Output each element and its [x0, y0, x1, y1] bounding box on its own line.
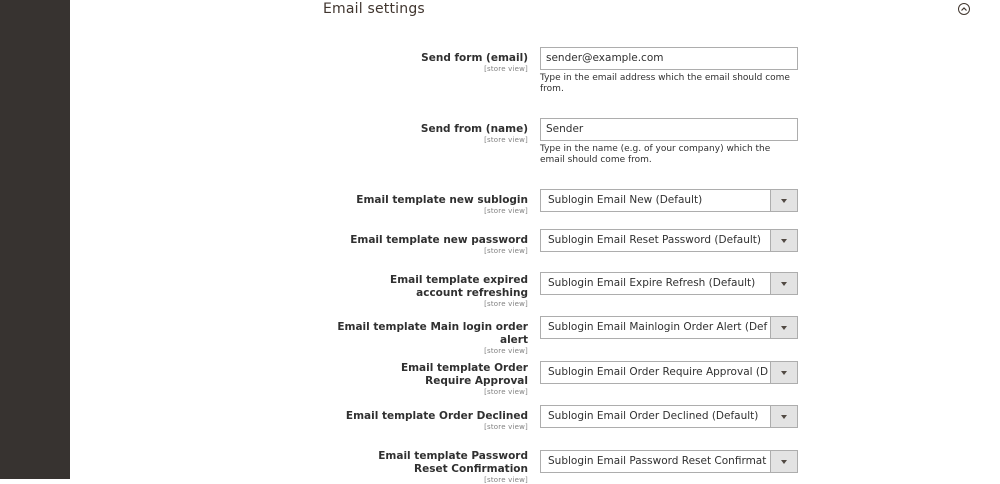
scope-label: [store view] [484, 423, 528, 431]
tpl-order-declined-label: Email template Order Declined [store vie… [328, 410, 528, 431]
dropdown-button[interactable] [770, 190, 797, 211]
select-value: Sublogin Email Reset Password (Default) [548, 234, 761, 246]
select-value: Sublogin Email Password Reset Confirmat [548, 455, 767, 467]
tpl-expired-refreshing-label: Email template expired account refreshin… [348, 274, 528, 308]
tpl-main-login-order-alert-select[interactable]: Sublogin Email Mainlogin Order Alert (De… [540, 316, 798, 339]
send-form-email-input[interactable]: sender@example.com [540, 47, 798, 70]
tpl-order-require-approval-label: Email template Order Require Approval [s… [358, 362, 528, 396]
send-from-name-note: Type in the name (e.g. of your company) … [540, 144, 771, 165]
select-value: Sublogin Email Order Declined (Default) [548, 410, 759, 422]
tpl-new-password-label: Email template new password [store view] [328, 234, 528, 255]
tpl-order-require-approval-select[interactable]: Sublogin Email Order Require Approval (D [540, 361, 798, 384]
select-value: Sublogin Email Mainlogin Order Alert (De… [548, 321, 768, 333]
scope-label: [store view] [484, 347, 528, 355]
caret-down-icon [781, 415, 787, 419]
select-value: Sublogin Email New (Default) [548, 194, 703, 206]
caret-down-icon [781, 460, 787, 464]
select-value: Sublogin Email Order Require Approval (D [548, 366, 768, 378]
send-from-name-label: Send from (name) [store view] [328, 123, 528, 144]
scope-label: [store view] [484, 300, 528, 308]
select-value: Sublogin Email Expire Refresh (Default) [548, 277, 756, 289]
tpl-new-sublogin-label: Email template new sublogin [store view] [328, 194, 528, 215]
scope-label: [store view] [484, 207, 528, 215]
admin-sidebar [0, 0, 70, 479]
dropdown-button[interactable] [770, 317, 797, 338]
tpl-new-password-select[interactable]: Sublogin Email Reset Password (Default) [540, 229, 798, 252]
tpl-password-reset-confirmation-select[interactable]: Sublogin Email Password Reset Confirmat [540, 450, 798, 473]
chevron-up-circle-icon[interactable] [958, 3, 970, 15]
tpl-new-sublogin-select[interactable]: Sublogin Email New (Default) [540, 189, 798, 212]
scope-label: [store view] [484, 136, 528, 144]
section-title: Email settings [323, 1, 425, 17]
scope-label: [store view] [484, 247, 528, 255]
dropdown-button[interactable] [770, 362, 797, 383]
dropdown-button[interactable] [770, 230, 797, 251]
caret-down-icon [781, 326, 787, 330]
tpl-order-declined-select[interactable]: Sublogin Email Order Declined (Default) [540, 405, 798, 428]
dropdown-button[interactable] [770, 273, 797, 294]
send-form-email-label: Send form (email) [store view] [328, 52, 528, 73]
scope-label: [store view] [484, 388, 528, 396]
tpl-expired-refreshing-select[interactable]: Sublogin Email Expire Refresh (Default) [540, 272, 798, 295]
send-from-name-input[interactable]: Sender [540, 118, 798, 141]
caret-down-icon [781, 199, 787, 203]
caret-down-icon [781, 371, 787, 375]
scope-label: [store view] [484, 65, 528, 73]
dropdown-button[interactable] [770, 451, 797, 472]
caret-down-icon [781, 282, 787, 286]
caret-down-icon [781, 239, 787, 243]
dropdown-button[interactable] [770, 406, 797, 427]
scope-label: [store view] [484, 476, 528, 484]
tpl-main-login-order-alert-label: Email template Main login order alert [s… [308, 321, 528, 355]
send-form-email-note: Type in the email address which the emai… [540, 73, 790, 94]
